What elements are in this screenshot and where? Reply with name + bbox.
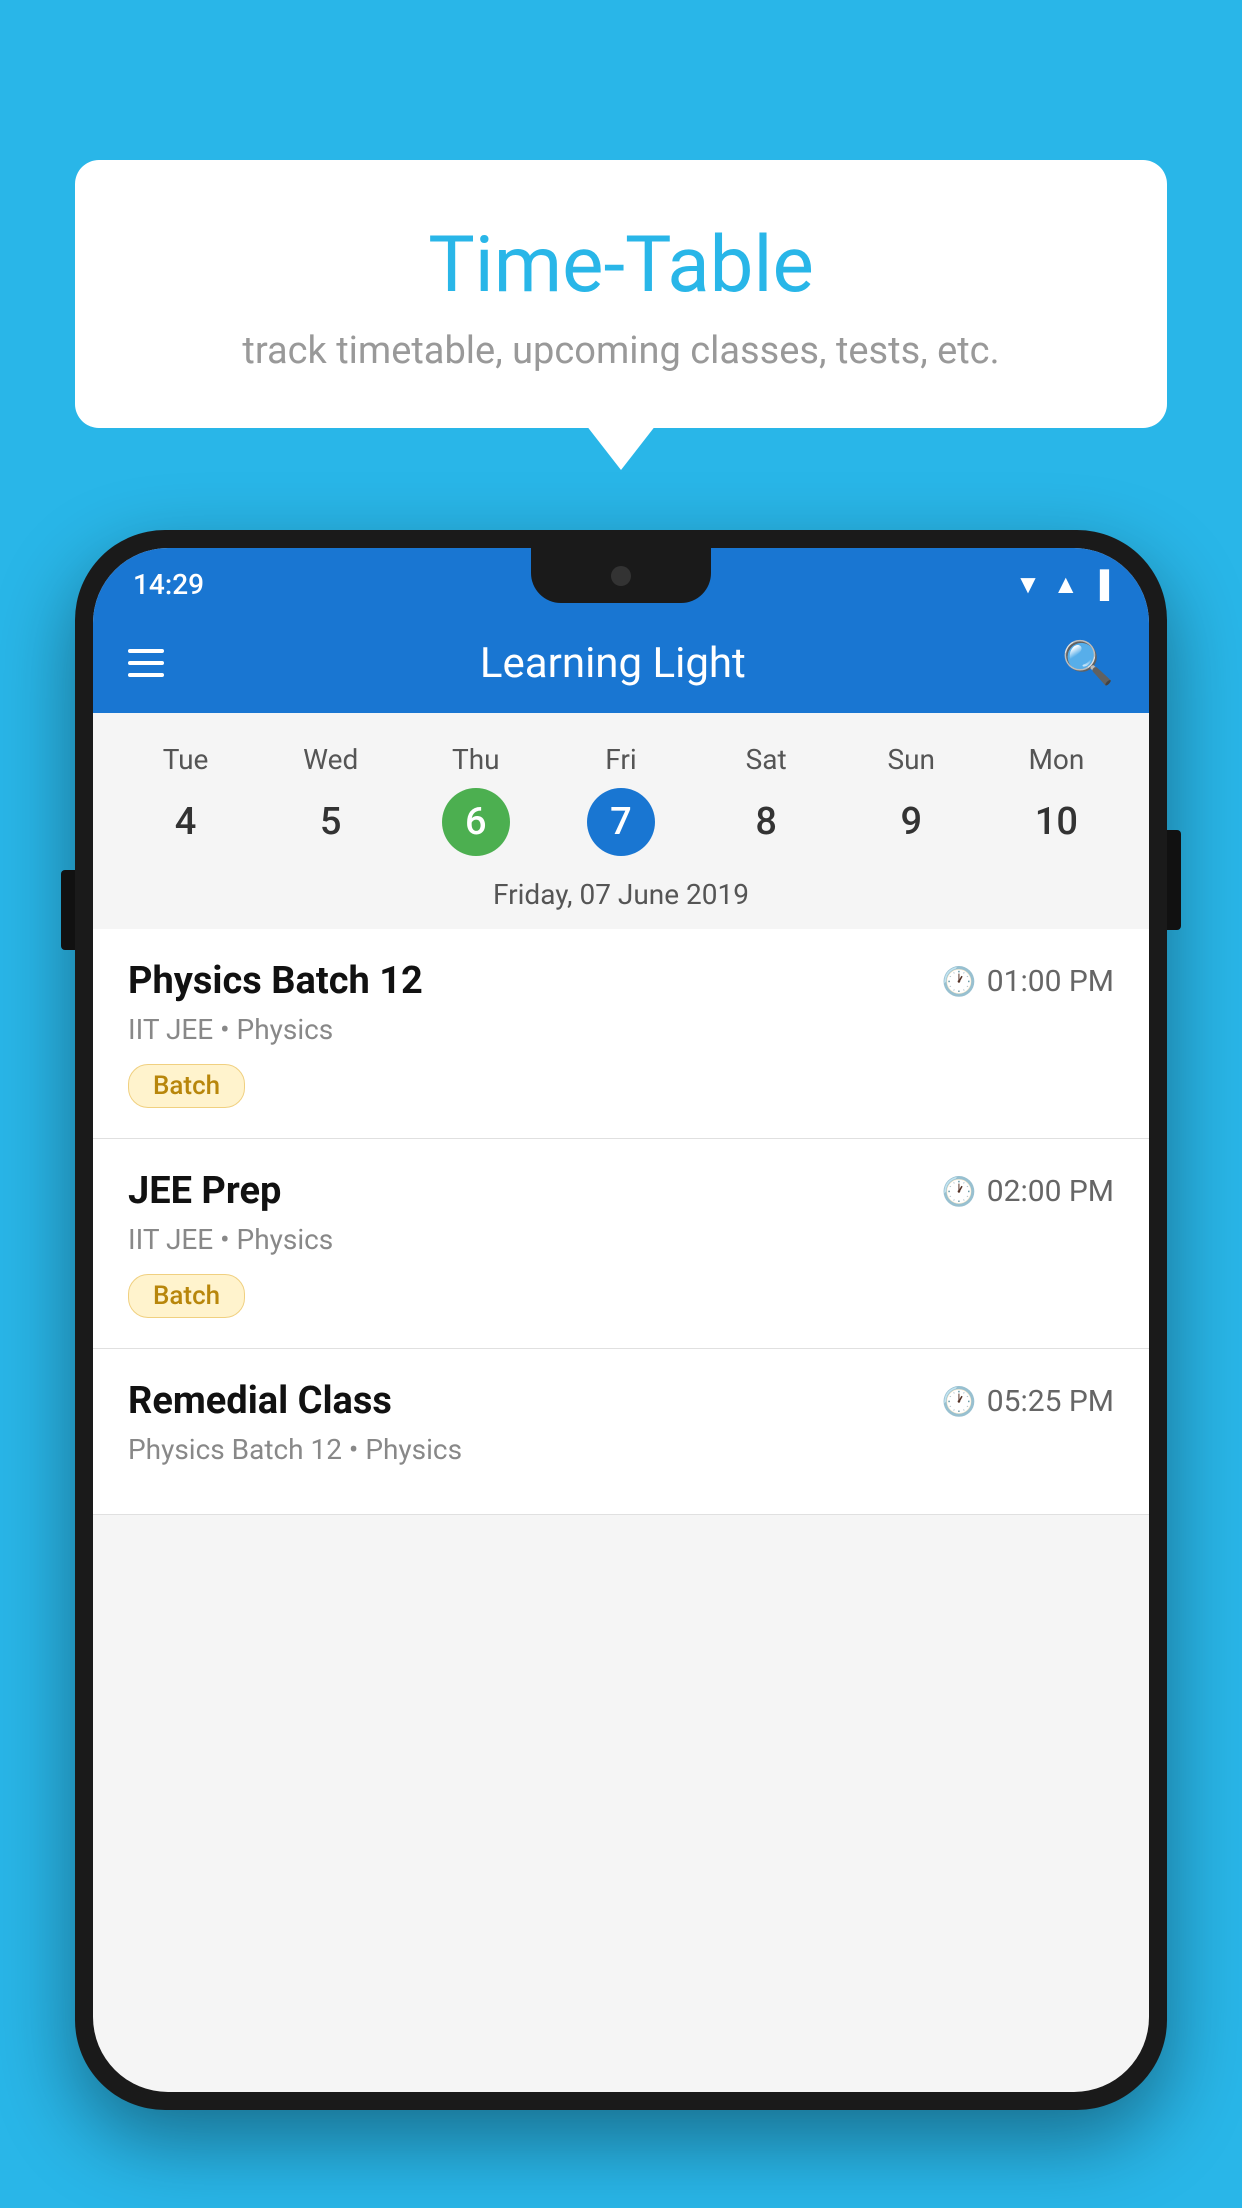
class-item-header: Remedial Class 🕐 05:25 PM: [128, 1379, 1114, 1423]
class-detail: IIT JEE • Physics: [128, 1013, 1114, 1046]
phone-inner: 14:29 ▼ ▲ ▐ Learning Light 🔍: [93, 548, 1149, 2092]
day-name: Mon: [1028, 743, 1084, 776]
class-name: Remedial Class: [128, 1379, 392, 1423]
class-detail: Physics Batch 12 • Physics: [128, 1433, 1114, 1466]
day-number: 8: [732, 788, 800, 856]
hamburger-line: [128, 661, 164, 665]
bubble-title: Time-Table: [135, 220, 1107, 311]
day-name: Sun: [888, 743, 936, 776]
selected-date-label: Friday, 07 June 2019: [93, 866, 1149, 929]
class-name: Physics Batch 12: [128, 959, 423, 1003]
day-number: 4: [152, 788, 220, 856]
status-icons: ▼ ▲ ▐: [1015, 569, 1109, 600]
status-time: 14:29: [133, 568, 204, 601]
app-title: Learning Light: [194, 639, 1032, 688]
day-number: 5: [297, 788, 365, 856]
notch-camera: [611, 566, 631, 586]
day-number: 7: [587, 788, 655, 856]
speech-bubble-container: Time-Table track timetable, upcoming cla…: [75, 160, 1167, 428]
app-bar: Learning Light 🔍: [93, 613, 1149, 713]
day-number: 10: [1022, 788, 1090, 856]
day-col-sun[interactable]: Sun 9: [877, 743, 945, 856]
hamburger-line: [128, 673, 164, 677]
day-col-sat[interactable]: Sat 8: [732, 743, 800, 856]
hamburger-line: [128, 649, 164, 653]
class-name: JEE Prep: [128, 1169, 281, 1213]
day-col-thu[interactable]: Thu 6: [442, 743, 510, 856]
class-list: Physics Batch 12 🕐 01:00 PM IIT JEE • Phys…: [93, 929, 1149, 1515]
class-item-header: Physics Batch 12 🕐 01:00 PM: [128, 959, 1114, 1003]
day-name: Wed: [303, 743, 358, 776]
class-item-header: JEE Prep 🕐 02:00 PM: [128, 1169, 1114, 1213]
class-item[interactable]: Remedial Class 🕐 05:25 PM Physics Batch 12…: [93, 1349, 1149, 1515]
day-name: Fri: [605, 743, 636, 776]
hamburger-menu-icon[interactable]: [128, 649, 164, 677]
calendar-section: Tue 4 Wed 5 Thu 6 Fri 7 Sat 8 Sun 9 Mon 10 Friday, 07…: [93, 713, 1149, 929]
wifi-icon: ▼: [1015, 569, 1041, 600]
day-col-fri[interactable]: Fri 7: [587, 743, 655, 856]
class-time: 🕐 05:25 PM: [942, 1384, 1114, 1419]
phone-notch: [531, 548, 711, 603]
battery-icon: ▐: [1091, 569, 1109, 600]
clock-icon: 🕐: [942, 965, 977, 998]
batch-badge: Batch: [128, 1064, 245, 1108]
class-item[interactable]: Physics Batch 12 🕐 01:00 PM IIT JEE • Phys…: [93, 929, 1149, 1139]
day-col-tue[interactable]: Tue 4: [152, 743, 220, 856]
phone-outer: 14:29 ▼ ▲ ▐ Learning Light 🔍: [75, 530, 1167, 2110]
week-days: Tue 4 Wed 5 Thu 6 Fri 7 Sat 8 Sun 9 Mon 10: [93, 733, 1149, 866]
day-name: Sat: [746, 743, 787, 776]
class-detail: IIT JEE • Physics: [128, 1223, 1114, 1256]
day-name: Thu: [452, 743, 500, 776]
class-time: 🕐 01:00 PM: [942, 964, 1114, 999]
bubble-subtitle: track timetable, upcoming classes, tests…: [135, 329, 1107, 373]
clock-icon: 🕐: [942, 1385, 977, 1418]
day-number: 9: [877, 788, 945, 856]
day-col-mon[interactable]: Mon 10: [1022, 743, 1090, 856]
speech-bubble: Time-Table track timetable, upcoming cla…: [75, 160, 1167, 428]
class-item[interactable]: JEE Prep 🕐 02:00 PM IIT JEE • Physics Batch: [93, 1139, 1149, 1349]
clock-icon: 🕐: [942, 1175, 977, 1208]
day-number: 6: [442, 788, 510, 856]
phone-container: 14:29 ▼ ▲ ▐ Learning Light 🔍: [75, 530, 1167, 2208]
search-icon[interactable]: 🔍: [1062, 639, 1114, 688]
day-name: Tue: [163, 743, 209, 776]
class-time: 🕐 02:00 PM: [942, 1174, 1114, 1209]
signal-icon: ▲: [1053, 569, 1079, 600]
batch-badge: Batch: [128, 1274, 245, 1318]
day-col-wed[interactable]: Wed 5: [297, 743, 365, 856]
